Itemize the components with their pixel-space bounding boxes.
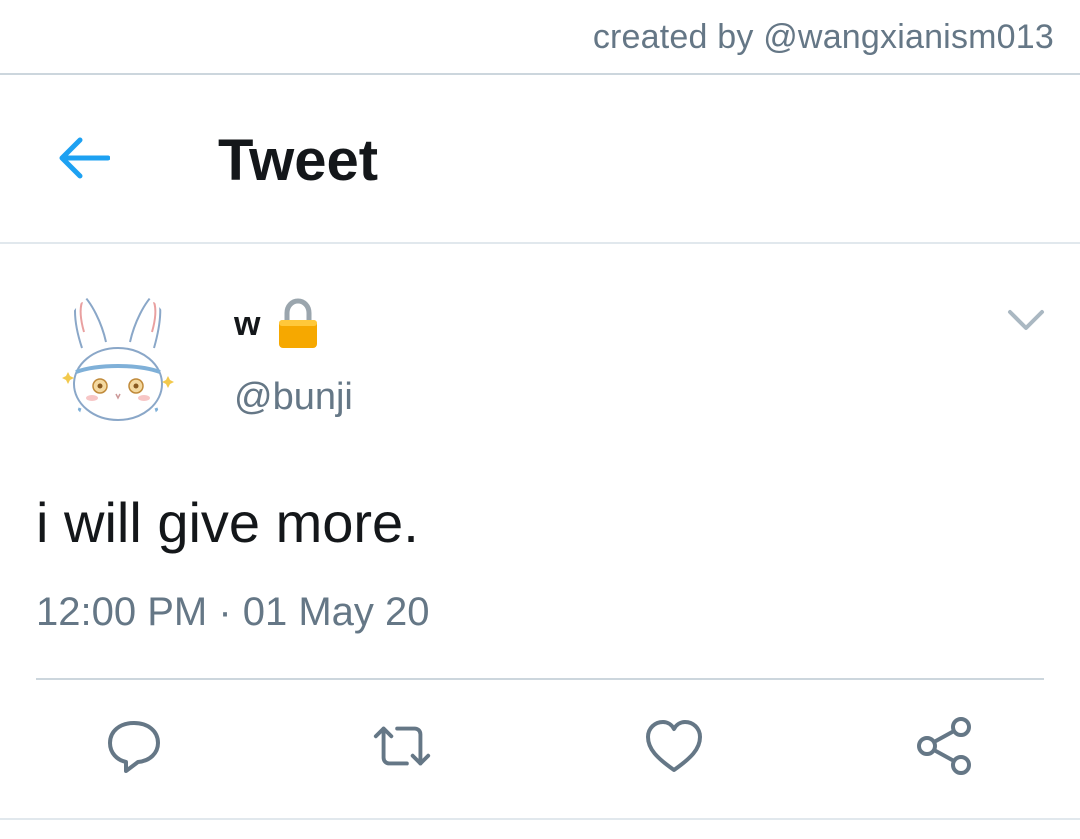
share-button[interactable]: [912, 714, 976, 778]
action-bar: [0, 680, 1080, 816]
timestamp[interactable]: 12:00 PM · 01 May 20: [36, 590, 430, 635]
back-button[interactable]: [52, 130, 116, 186]
credit-bar: created by @wangxianism013: [0, 0, 1080, 75]
page-title: Tweet: [218, 128, 379, 193]
display-name-row: w: [234, 298, 320, 350]
chevron-down-icon[interactable]: [1006, 306, 1046, 334]
bottom-divider: [0, 818, 1080, 820]
heart-icon: [646, 720, 702, 772]
display-name[interactable]: w: [234, 305, 260, 344]
share-icon: [917, 717, 971, 775]
handle[interactable]: @bunji: [234, 376, 353, 419]
credit-text: created by @wangxianism013: [592, 18, 1054, 56]
tweet: w @bunji i will give more. 12:00 PM · 01…: [0, 244, 1080, 839]
avatar[interactable]: [58, 288, 178, 428]
like-button[interactable]: [642, 714, 706, 778]
retweet-icon: [373, 726, 431, 766]
back-arrow-icon: [59, 137, 110, 179]
reply-button[interactable]: [102, 714, 166, 778]
lock-icon: [279, 298, 318, 348]
retweet-button[interactable]: [370, 714, 434, 778]
reply-icon: [108, 721, 160, 773]
header: Tweet: [0, 75, 1080, 244]
bunny-avatar-icon: [62, 290, 174, 421]
tweet-text: i will give more.: [36, 491, 419, 554]
